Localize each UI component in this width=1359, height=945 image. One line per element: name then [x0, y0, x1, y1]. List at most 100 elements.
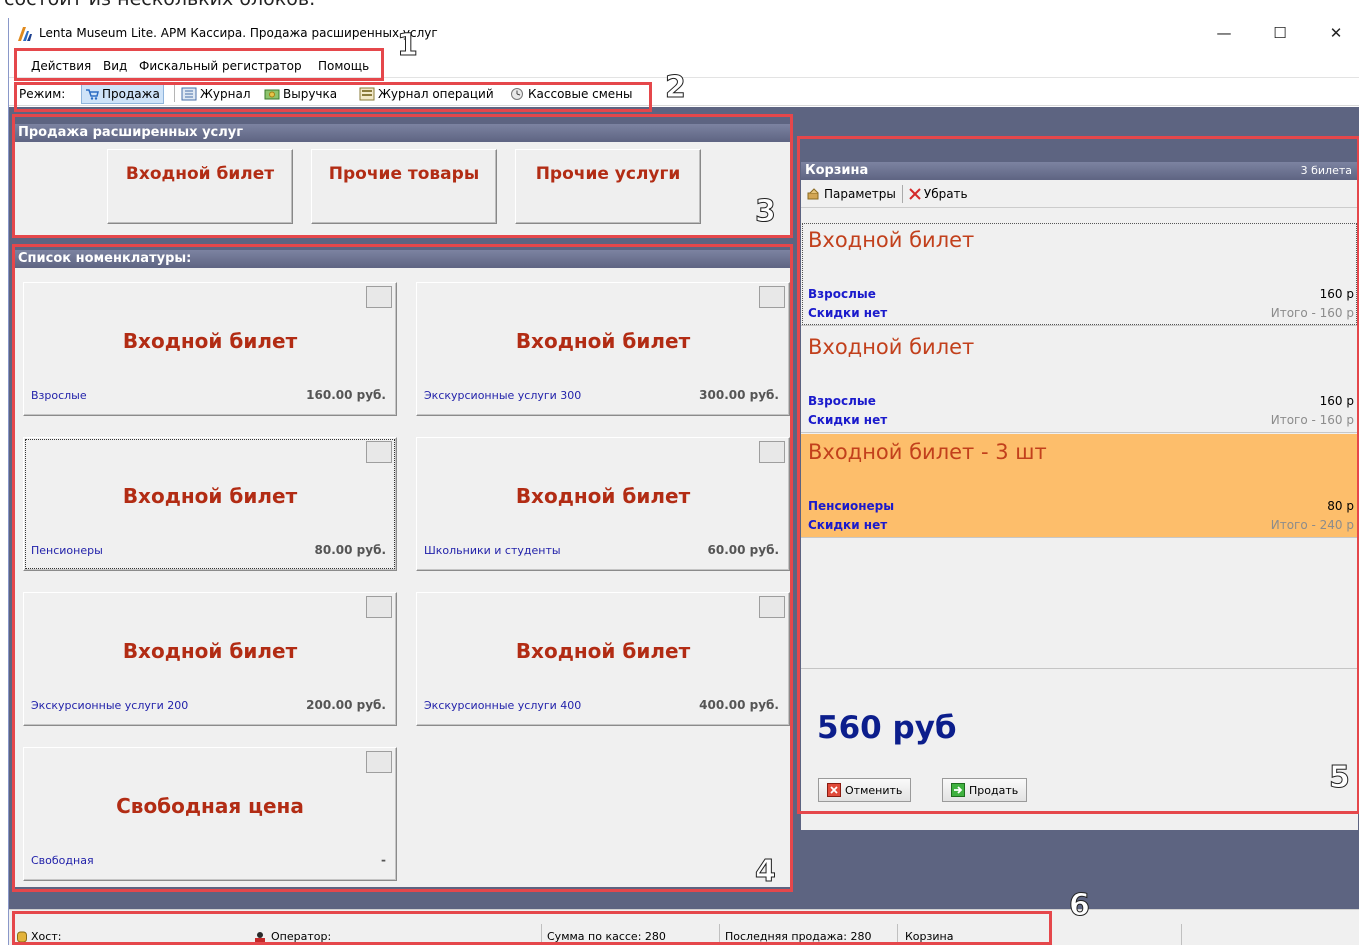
annotation-label-4: 4	[755, 854, 777, 890]
nomenclature-panel: Входной билет Взрослые 160.00 руб. Входн…	[14, 268, 790, 887]
mode-journal-button[interactable]: Журнал	[181, 84, 251, 104]
cart-remove-button[interactable]: Убрать	[909, 187, 968, 201]
tile-category: Школьники и студенты	[424, 544, 561, 557]
services-panel: Входной билет Прочие товары Прочие услуг…	[14, 142, 790, 238]
params-icon	[807, 187, 819, 199]
tickets-icon	[759, 441, 785, 463]
cart-item-name: Входной билет	[808, 335, 975, 359]
status-cart: Корзина	[905, 930, 954, 943]
close-button[interactable]: ✕	[1316, 22, 1356, 44]
tile-category: Экскурсионные услуги 200	[31, 699, 189, 712]
services-panel-header: Продажа расширенных услуг	[14, 124, 790, 142]
cart-item[interactable]: Входной билет - 3 шт Пенсионеры 80 р Ски…	[801, 434, 1358, 538]
tile-name: Входной билет	[515, 639, 691, 663]
status-operator: Оператор:	[253, 930, 331, 943]
nomenclature-tile[interactable]: Входной билет Экскурсионные услуги 400 4…	[416, 592, 790, 726]
status-separator	[897, 924, 898, 945]
main-area: Продажа расширенных услуг Входной билет …	[9, 121, 1359, 909]
mode-revenue-label: Выручка	[283, 87, 338, 101]
cart-item-name: Входной билет - 3 шт	[808, 440, 1047, 464]
status-separator	[1181, 924, 1182, 945]
cart-count: 3 билета	[1300, 164, 1352, 177]
menu-view[interactable]: Вид	[103, 59, 127, 73]
cart-sum: 560 руб	[817, 710, 957, 746]
cart-item[interactable]: Входной билет Взрослые 160 р Скидки нет …	[801, 329, 1358, 433]
mode-sale-button[interactable]: Продажа	[81, 84, 164, 104]
tile-price: 400.00 руб.	[699, 698, 779, 712]
cart-toolbar-separator	[901, 184, 903, 203]
nomenclature-tile[interactable]: Входной билет Школьники и студенты 60.00…	[416, 437, 790, 571]
cart-item-name: Входной билет	[808, 228, 975, 252]
service-other-services-button[interactable]: Прочие услуги	[515, 149, 701, 224]
minimize-button[interactable]: —	[1204, 22, 1244, 44]
cart-remove-label: Убрать	[923, 186, 968, 201]
cart-params-button[interactable]: Параметры	[807, 187, 896, 201]
tile-category: Экскурсионные услуги 400	[424, 699, 582, 712]
caption-fragment: состоит из нескольких блоков:	[0, 0, 1359, 18]
annotation-label-3: 3	[755, 194, 777, 230]
cancel-button[interactable]: Отменить	[818, 778, 912, 802]
cart-panel: Параметры Убрать Входной билет Взрослые …	[801, 180, 1358, 830]
cancel-icon	[827, 783, 841, 797]
nomenclature-tile[interactable]: Входной билет Взрослые 160.00 руб.	[23, 282, 397, 416]
tickets-icon	[366, 286, 392, 308]
cart-item-total: Итого - 240 р	[1270, 518, 1354, 532]
menu-help[interactable]: Помощь	[318, 59, 369, 73]
mode-sale-label: Продажа	[102, 87, 160, 101]
tile-price: 200.00 руб.	[306, 698, 386, 712]
service-other-goods-button[interactable]: Прочие товары	[311, 149, 497, 224]
mode-revenue-button[interactable]: Выручка	[264, 84, 337, 104]
nomenclature-tile[interactable]: Входной билет Пенсионеры 80.00 руб.	[23, 437, 397, 571]
app-logo-icon	[18, 27, 32, 41]
tile-category: Взрослые	[31, 389, 87, 402]
nomenclature-tile[interactable]: Свободная цена Свободная -	[23, 747, 397, 881]
cart-icon	[86, 89, 99, 100]
cart-item-category: Взрослые	[808, 287, 876, 301]
maximize-button[interactable]: ☐	[1260, 22, 1300, 44]
tile-price: 80.00 руб.	[314, 543, 386, 557]
cancel-label: Отменить	[845, 783, 903, 797]
tile-name: Входной билет	[122, 329, 298, 353]
tile-category: Экскурсионные услуги 300	[424, 389, 582, 402]
tile-name: Входной билет	[122, 484, 298, 508]
tickets-icon	[759, 286, 785, 308]
mode-shifts-label: Кассовые смены	[528, 87, 633, 101]
cart-item-category: Взрослые	[808, 394, 876, 408]
nomenclature-tile[interactable]: Входной билет Экскурсионные услуги 200 2…	[23, 592, 397, 726]
tile-price: -	[381, 853, 386, 867]
tile-name: Свободная цена	[116, 794, 304, 818]
menu-fiscal-registrar[interactable]: Фискальный регистратор	[139, 59, 302, 73]
cart-title: Корзина	[805, 163, 869, 178]
status-bar: Хост: Оператор: Сумма по кассе: 280 Посл…	[9, 909, 1359, 945]
cart-panel-header: Корзина 3 билета	[801, 162, 1358, 180]
mode-ops-journal-button[interactable]: Журнал операций	[359, 84, 494, 104]
status-separator	[719, 924, 720, 945]
menu-actions[interactable]: Действия	[31, 59, 91, 73]
cart-item-category: Пенсионеры	[808, 499, 895, 513]
status-cash-sum: Сумма по кассе: 280	[547, 930, 666, 943]
status-last-sale: Последняя продажа: 280	[725, 930, 872, 943]
annotation-label-6: 6	[1069, 888, 1091, 924]
app-window: Lenta Museum Lite. АРМ Кассира. Продажа …	[8, 18, 1359, 945]
operator-icon	[255, 931, 265, 943]
toolbar-bottom-band	[9, 107, 1359, 121]
tile-price: 300.00 руб.	[699, 388, 779, 402]
tickets-icon	[366, 441, 392, 463]
nomenclature-tile[interactable]: Входной билет Экскурсионные услуги 300 3…	[416, 282, 790, 416]
status-host: Хост:	[17, 930, 61, 943]
mode-journal-label: Журнал	[200, 87, 251, 101]
sell-button[interactable]: Продать	[942, 778, 1028, 802]
tile-category: Свободная	[31, 854, 94, 867]
cart-params-label: Параметры	[824, 186, 896, 201]
cart-item-discount: Скидки нет	[808, 413, 888, 427]
tickets-icon	[366, 596, 392, 618]
tile-name: Входной билет	[515, 484, 691, 508]
journal-icon	[181, 87, 197, 101]
cart-item[interactable]: Входной билет Взрослые 160 р Скидки нет …	[801, 222, 1358, 326]
sell-icon	[951, 783, 965, 797]
cart-toolbar: Параметры Убрать	[801, 180, 1358, 208]
tile-price: 60.00 руб.	[707, 543, 779, 557]
mode-shifts-button[interactable]: Кассовые смены	[509, 84, 633, 104]
annotation-label-1: 1	[397, 28, 419, 64]
service-entry-ticket-button[interactable]: Входной билет	[107, 149, 293, 224]
